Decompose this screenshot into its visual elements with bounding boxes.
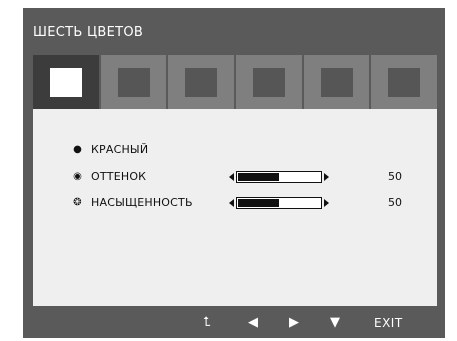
swatch-icon [185,68,218,97]
saturation-value: 50 [388,196,402,209]
triangle-left-icon[interactable]: ◀ [248,316,258,330]
triangle-right-icon[interactable]: ▶ [289,316,299,330]
tab-blue[interactable] [168,55,235,109]
slider-right-icon [324,199,329,207]
slider-left-icon [229,173,234,181]
swatch-icon [252,68,285,97]
menu-content: ● КРАСНЫЙ ◉ ОТТЕНОК 50 ❂ НАСЫЩЕННОСТЬ 50 [33,109,437,306]
swatch-icon [388,68,421,97]
color-tabs [33,55,438,109]
tab-green[interactable] [100,55,167,109]
exit-button[interactable]: EXIT [374,316,403,330]
menu-item-label: НАСЫЩЕННОСТЬ [91,196,193,209]
bullet-icon: ◉ [73,171,82,182]
menu-item-label: КРАСНЫЙ [91,143,149,156]
swatch-icon [117,68,150,97]
hue-value: 50 [388,170,402,183]
triangle-down-icon[interactable]: ▼ [330,316,340,330]
slider-right-icon [324,173,329,181]
menu-item-hue[interactable]: ◉ ОТТЕНОК 50 [33,169,437,185]
slider-fill [238,199,279,207]
bullet-icon: ● [73,144,82,155]
hue-slider[interactable] [229,171,329,183]
menu-title: ШЕСТЬ ЦВЕТОВ [33,25,144,40]
slider-left-icon [229,199,234,207]
slider-track [236,171,322,183]
menu-item-color[interactable]: ● КРАСНЫЙ [33,142,437,158]
tab-red[interactable] [33,55,99,109]
saturation-slider[interactable] [229,197,329,209]
swatch-icon [320,68,353,97]
osd-menu: ШЕСТЬ ЦВЕТОВ ● КРАСНЫЙ ◉ ОТТЕНОК 50 ❂ НА… [23,8,445,338]
swatch-icon [49,68,82,97]
up-return-arrow-icon[interactable]: ⮤ [203,316,211,330]
slider-track [236,197,322,209]
tab-cyan[interactable] [236,55,302,109]
bullet-icon: ❂ [73,197,82,208]
slider-fill [238,173,279,181]
button-bar: ⮤ ◀ ▶ ▼ EXIT [33,308,437,338]
menu-item-label: ОТТЕНОК [91,170,147,183]
menu-item-saturation[interactable]: ❂ НАСЫЩЕННОСТЬ 50 [33,195,437,211]
tab-yellow[interactable] [371,55,438,109]
tab-magenta[interactable] [303,55,370,109]
